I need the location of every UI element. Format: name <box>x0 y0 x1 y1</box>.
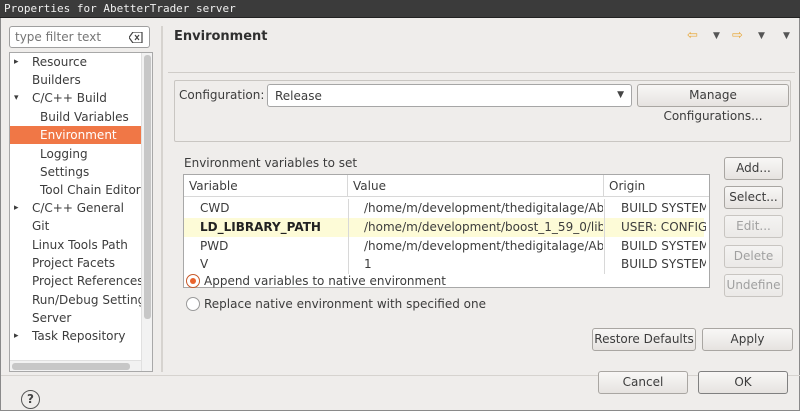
replace-radio[interactable] <box>186 297 200 311</box>
value-cell: 1 <box>364 257 372 271</box>
properties-dialog: ▸ Resource Builders ▾ C/C++ Build Build … <box>0 18 800 411</box>
tree-horizontal-scrollbar[interactable] <box>10 360 141 371</box>
replace-option[interactable]: Replace native environment with specifie… <box>186 296 506 314</box>
dropdown-arrow-icon[interactable]: ▼ <box>617 90 624 100</box>
expand-arrow-icon[interactable]: ▸ <box>14 327 19 345</box>
property-page-tree[interactable]: ▸ Resource Builders ▾ C/C++ Build Build … <box>9 52 153 372</box>
tree-item-task-repository[interactable]: ▸ Task Repository <box>10 327 142 345</box>
tree-item-git[interactable]: Git <box>10 217 142 235</box>
tree-item-cpp-build[interactable]: ▾ C/C++ Build <box>10 89 142 107</box>
expand-arrow-icon[interactable]: ▸ <box>14 199 19 217</box>
restore-defaults-button[interactable]: Restore Defaults <box>592 328 696 351</box>
filter-box[interactable] <box>9 26 150 48</box>
origin-cell: BUILD SYSTEM <box>621 201 706 215</box>
back-arrow-icon[interactable]: ⇦ <box>687 28 698 43</box>
origin-cell: USER: CONFIG <box>621 220 706 234</box>
tree-item-cpp-general[interactable]: ▸ C/C++ General <box>10 199 142 217</box>
title-separator <box>168 72 795 73</box>
value-cell: /home/m/development/thedigitalage/Abette… <box>364 201 603 215</box>
page-title: Environment <box>174 29 268 44</box>
table-row[interactable]: PWD /home/m/development/thedigitalage/A b… <box>184 237 706 256</box>
undefine-button[interactable]: Undefine <box>724 274 783 297</box>
scrollbar-thumb[interactable] <box>144 55 151 319</box>
configuration-value: Release <box>275 89 322 103</box>
collapse-arrow-icon[interactable]: ▾ <box>14 89 19 107</box>
variable-cell: PWD <box>200 239 229 253</box>
forward-menu-icon[interactable]: ▼ <box>758 31 765 41</box>
clear-filter-icon[interactable] <box>129 32 143 43</box>
column-divider <box>348 255 349 274</box>
tree-item-server[interactable]: Server <box>10 309 142 327</box>
column-divider <box>604 237 605 256</box>
configuration-select[interactable]: Release ▼ <box>267 84 632 107</box>
tree-item-run-debug-settings[interactable]: Run/Debug Settings <box>10 291 152 309</box>
navigation-buttons: ⇦ ▼ ⇨ ▼ ▼ <box>687 28 795 46</box>
tree-item-build-variables[interactable]: Build Variables <box>10 108 142 126</box>
tree-item-project-references[interactable]: Project References <box>10 272 144 290</box>
filter-input[interactable] <box>15 29 123 45</box>
tree-item-resource[interactable]: ▸ Resource <box>10 53 142 71</box>
table-row[interactable]: LD_LIBRARY_PATH /home/m/development/boos… <box>184 218 706 237</box>
variable-cell: V <box>200 257 209 271</box>
value-cell: /home/m/development/boost_1_59_0/lib/ <box>364 220 603 234</box>
cancel-button[interactable]: Cancel <box>598 371 688 394</box>
column-divider <box>604 218 605 237</box>
forward-arrow-icon[interactable]: ⇨ <box>732 28 743 43</box>
column-divider <box>604 199 605 218</box>
tree-item-tool-chain-editor[interactable]: Tool Chain Editor <box>10 181 142 199</box>
configuration-label: Configuration: <box>179 88 265 102</box>
value-cell: /home/m/development/thedigitalage/Abette… <box>364 239 603 253</box>
append-label: Append variables to native environment <box>204 274 446 288</box>
help-icon[interactable]: ? <box>21 390 40 409</box>
tree-item-project-facets[interactable]: Project Facets <box>10 254 142 272</box>
env-variables-table[interactable]: Variable Value Origin CWD /home/m/develo… <box>183 174 710 288</box>
column-header-variable[interactable]: Variable <box>184 175 348 197</box>
window-title: Properties for AbetterTrader server <box>4 2 236 15</box>
tree-item-logging[interactable]: Logging <box>10 145 142 163</box>
manage-configurations-button[interactable]: Manage Configurations... <box>637 84 789 123</box>
tree-vertical-scrollbar[interactable] <box>141 53 152 371</box>
column-header-origin[interactable]: Origin <box>604 175 709 197</box>
tree-item-environment[interactable]: Environment <box>10 126 142 144</box>
back-menu-icon[interactable]: ▼ <box>713 31 720 41</box>
title-bar: Properties for AbetterTrader server <box>0 0 800 18</box>
append-option[interactable]: Append variables to native environment <box>186 273 486 291</box>
delete-button[interactable]: Delete <box>724 245 783 268</box>
scrollbar-thumb[interactable] <box>12 363 130 370</box>
origin-cell: BUILD SYSTEM <box>621 239 706 253</box>
origin-cell: BUILD SYSTEM <box>621 257 706 271</box>
replace-label: Replace native environment with specifie… <box>204 297 486 311</box>
column-divider <box>348 218 349 237</box>
tree-item-settings[interactable]: Settings <box>10 163 142 181</box>
add-button[interactable]: Add... <box>724 157 783 180</box>
select-button[interactable]: Select... <box>724 186 783 209</box>
table-row[interactable]: V 1 BUILD SYSTEM <box>184 255 706 274</box>
variable-cell: LD_LIBRARY_PATH <box>200 220 321 234</box>
view-menu-icon[interactable]: ▼ <box>783 31 790 41</box>
table-row[interactable]: CWD /home/m/development/thedigitalage/A b… <box>184 199 706 218</box>
ok-button[interactable]: OK <box>698 371 788 394</box>
tree-item-builders[interactable]: Builders <box>10 71 142 89</box>
panel-divider[interactable] <box>161 26 163 372</box>
append-radio[interactable] <box>186 274 200 288</box>
column-divider <box>348 237 349 256</box>
edit-button[interactable]: Edit... <box>724 215 783 238</box>
apply-button[interactable]: Apply <box>702 328 793 351</box>
env-variables-label: Environment variables to set <box>184 156 358 170</box>
column-divider <box>604 255 605 274</box>
expand-arrow-icon[interactable]: ▸ <box>14 53 19 71</box>
tree-item-linux-tools-path[interactable]: Linux Tools Path <box>10 236 142 254</box>
column-header-value[interactable]: Value <box>348 175 604 197</box>
variable-cell: CWD <box>200 201 230 215</box>
column-divider <box>348 199 349 218</box>
